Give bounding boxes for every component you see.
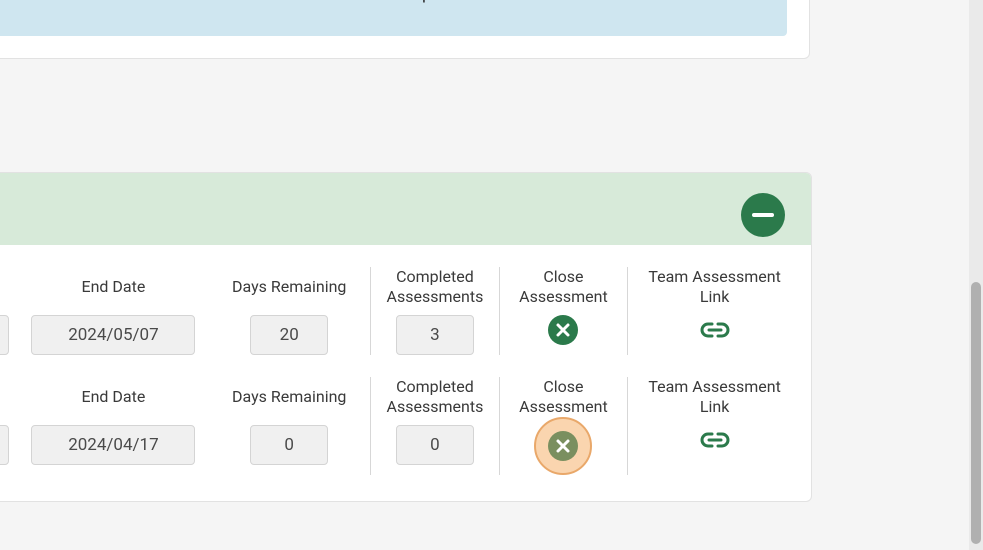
info-text: ment, make sure that each team member ha… <box>0 0 487 4</box>
close-assessment-button[interactable] <box>548 315 578 345</box>
table-header <box>0 173 811 245</box>
days-remaining-label: Days Remaining <box>228 267 350 307</box>
end-date-label: End Date <box>78 267 150 307</box>
completed-cell: Completed Assessments 0 <box>370 377 498 475</box>
link-icon <box>699 319 731 341</box>
leading-value[interactable] <box>0 425 9 465</box>
days-remaining-cell: Days Remaining 0 <box>208 377 370 475</box>
link-icon <box>699 429 731 451</box>
completed-value: 0 <box>396 425 474 465</box>
table-body: End Date 2024/05/07 Days Remaining 20 Co… <box>0 245 811 501</box>
link-cell: Team Assessment Link <box>627 267 801 355</box>
collapse-button[interactable] <box>741 193 785 237</box>
minus-icon <box>752 213 774 217</box>
days-remaining-cell: Days Remaining 20 <box>208 267 370 355</box>
end-date-value[interactable]: 2024/05/07 <box>31 315 195 355</box>
info-banner: ment, make sure that each team member ha… <box>0 0 787 36</box>
table-row: End Date 2024/04/17 Days Remaining 0 Com… <box>0 377 801 475</box>
leading-value[interactable] <box>0 315 9 355</box>
scrollbar-thumb[interactable] <box>971 282 981 544</box>
close-label: Close Assessment <box>510 267 617 307</box>
close-x-icon <box>555 438 571 454</box>
link-label: Team Assessment Link <box>638 267 791 307</box>
completed-value: 3 <box>396 315 474 355</box>
close-label: Close Assessment <box>510 377 617 417</box>
link-cell: Team Assessment Link <box>627 377 801 475</box>
completed-label: Completed Assessments <box>381 377 488 417</box>
end-date-label: End Date <box>78 377 150 417</box>
end-date-value[interactable]: 2024/04/17 <box>31 425 195 465</box>
completed-label: Completed Assessments <box>381 267 488 307</box>
team-assessment-link-button[interactable] <box>699 429 731 455</box>
close-cell: Close Assessment <box>499 267 627 355</box>
end-date-cell: End Date 2024/04/17 <box>19 377 209 475</box>
close-cell: Close Assessment <box>499 377 627 475</box>
info-card: ment, make sure that each team member ha… <box>0 0 810 59</box>
close-x-icon <box>555 322 571 338</box>
completed-cell: Completed Assessments 3 <box>370 267 498 355</box>
days-remaining-label: Days Remaining <box>228 377 350 417</box>
team-assessment-link-button[interactable] <box>699 319 731 345</box>
scrollbar-track[interactable] <box>969 0 983 550</box>
leading-cell <box>0 267 19 355</box>
end-date-cell: End Date 2024/05/07 <box>19 267 209 355</box>
table-row: End Date 2024/05/07 Days Remaining 20 Co… <box>0 267 801 355</box>
link-label: Team Assessment Link <box>638 377 791 417</box>
days-remaining-value: 20 <box>250 315 328 355</box>
days-remaining-value: 0 <box>250 425 328 465</box>
assessments-table-card: End Date 2024/05/07 Days Remaining 20 Co… <box>0 172 812 502</box>
leading-cell <box>0 377 19 475</box>
close-assessment-button-highlighted[interactable] <box>534 417 592 475</box>
